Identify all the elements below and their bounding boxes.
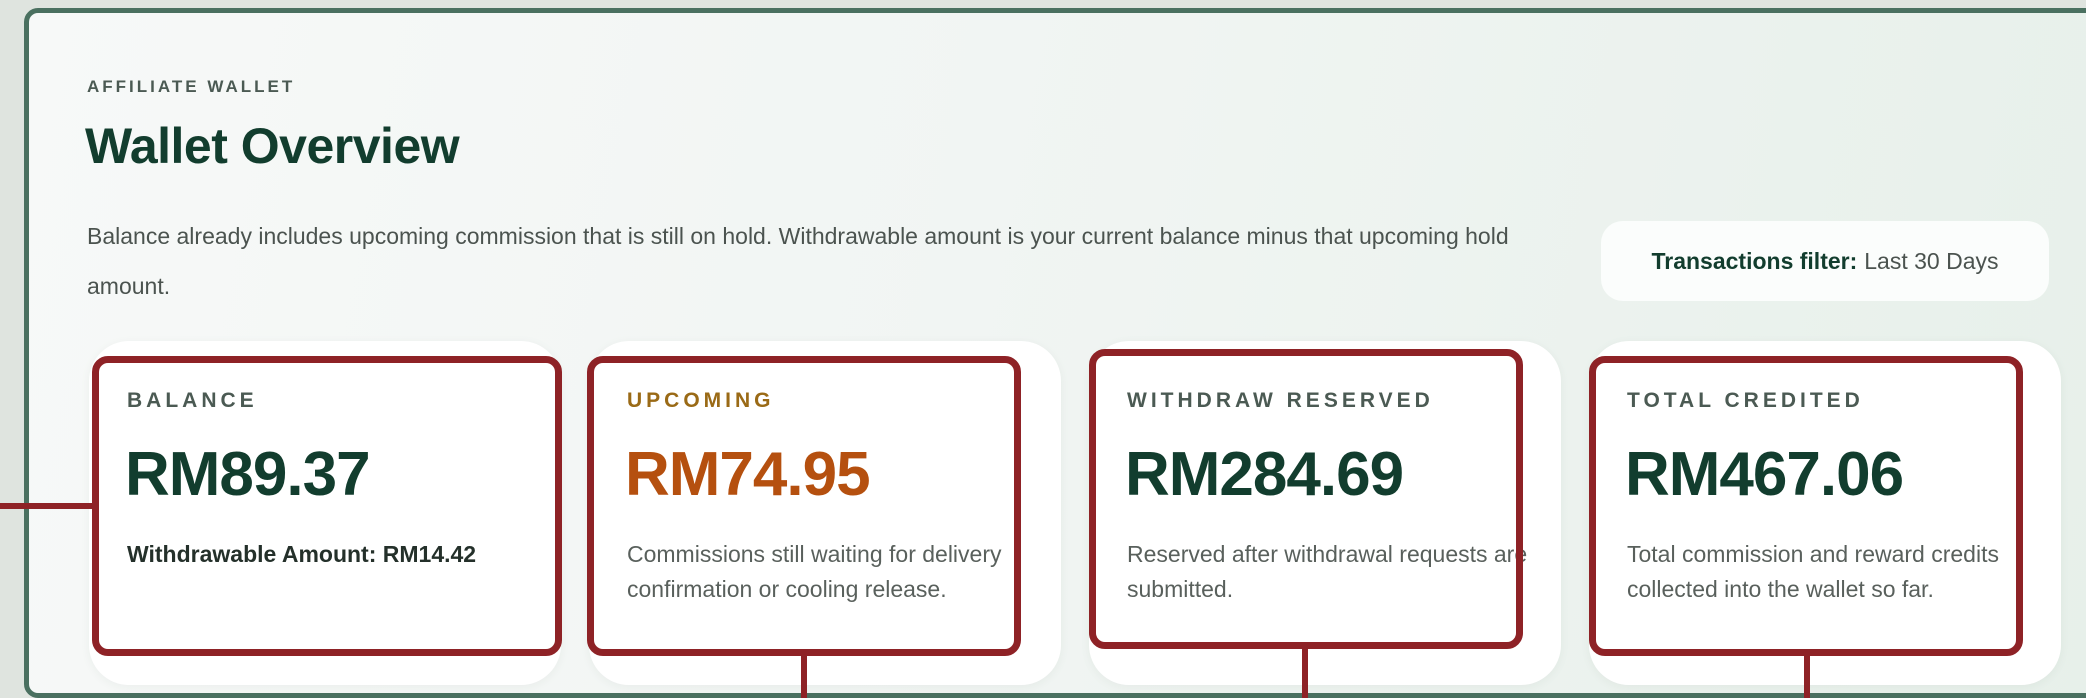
withdraw-reserved-note: Reserved after withdrawal requests are s… xyxy=(1127,541,1528,602)
transactions-filter-value: Last 30 Days xyxy=(1864,247,1999,274)
total-credited-value: RM467.06 xyxy=(1625,440,1904,509)
withdraw-reserved-value: RM284.69 xyxy=(1125,440,1404,509)
withdraw-reserved-connector-line xyxy=(1302,643,1308,698)
total-credited-card: TOTAL CREDITED RM467.06 Total commission… xyxy=(1589,341,2061,685)
wallet-overview-panel: AFFILIATE WALLET Wallet Overview Balance… xyxy=(24,8,2086,698)
withdraw-reserved-label: WITHDRAW RESERVED xyxy=(1127,389,1434,412)
overview-description: Balance already includes upcoming commis… xyxy=(87,223,1509,299)
transactions-filter[interactable]: Transactions filter: Last 30 Days xyxy=(1601,221,2049,301)
upcoming-connector-line xyxy=(801,650,807,698)
withdrawable-amount: Withdrawable Amount: RM14.42 xyxy=(127,541,477,567)
page-title: Wallet Overview xyxy=(85,118,460,174)
total-credited-connector-line xyxy=(1804,650,1810,698)
balance-connector-line xyxy=(0,503,96,509)
balance-value: RM89.37 xyxy=(125,440,371,509)
section-eyebrow: AFFILIATE WALLET xyxy=(87,77,296,96)
upcoming-card: UPCOMING RM74.95 Commissions still waiti… xyxy=(589,341,1061,685)
total-credited-label: TOTAL CREDITED xyxy=(1627,389,1864,412)
balance-card: BALANCE RM89.37 Withdrawable Amount: RM1… xyxy=(89,341,561,685)
transactions-filter-label: Transactions filter: xyxy=(1651,247,1858,274)
upcoming-label: UPCOMING xyxy=(627,389,775,412)
total-credited-note: Total commission and reward credits coll… xyxy=(1627,541,1999,602)
withdraw-reserved-card: WITHDRAW RESERVED RM284.69 Reserved afte… xyxy=(1089,341,1561,685)
upcoming-value: RM74.95 xyxy=(625,440,871,509)
upcoming-note: Commissions still waiting for delivery c… xyxy=(627,541,1002,602)
balance-label: BALANCE xyxy=(127,389,258,412)
